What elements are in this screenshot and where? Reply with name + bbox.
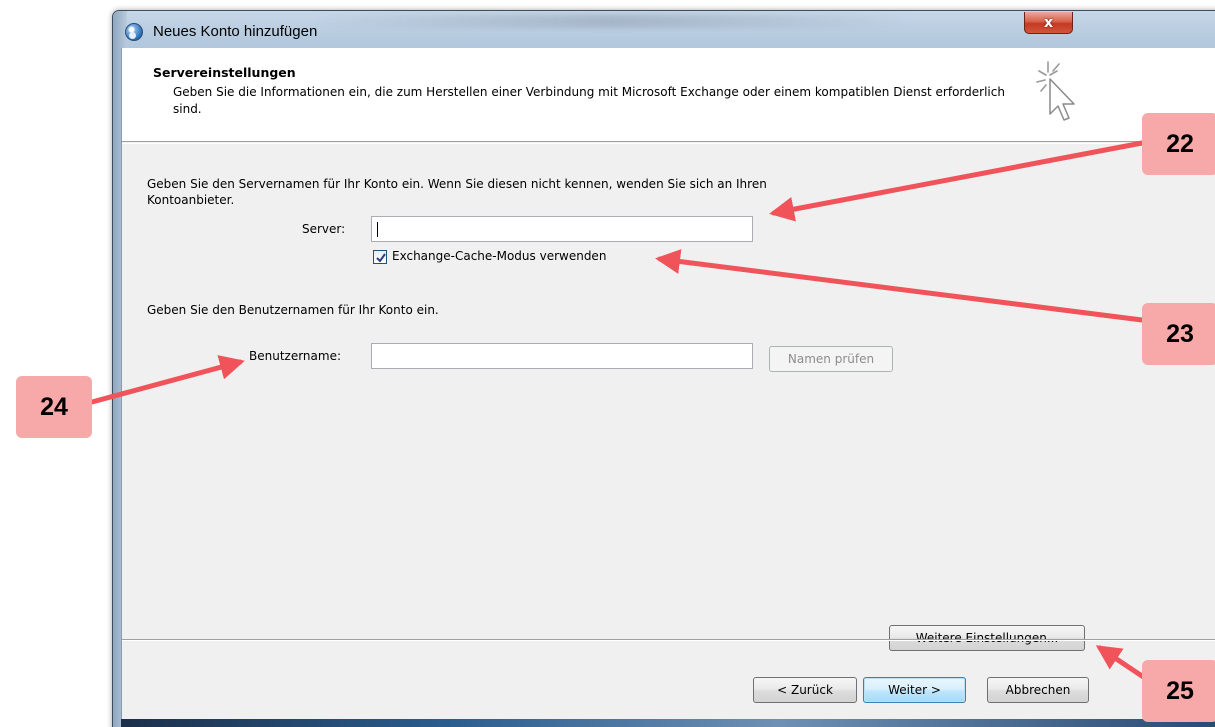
arrow-22 <box>769 140 1145 222</box>
arrow-24 <box>89 355 245 405</box>
annotation-badge-22: 22 <box>1142 113 1215 175</box>
annotation-badge-24: 24 <box>16 376 92 438</box>
annotation-arrows <box>89 140 1148 681</box>
annotation-badge-25: 25 <box>1142 660 1215 722</box>
annotation-badge-23: 23 <box>1142 303 1215 365</box>
arrow-23 <box>655 249 1145 323</box>
arrow-25 <box>1095 645 1148 681</box>
